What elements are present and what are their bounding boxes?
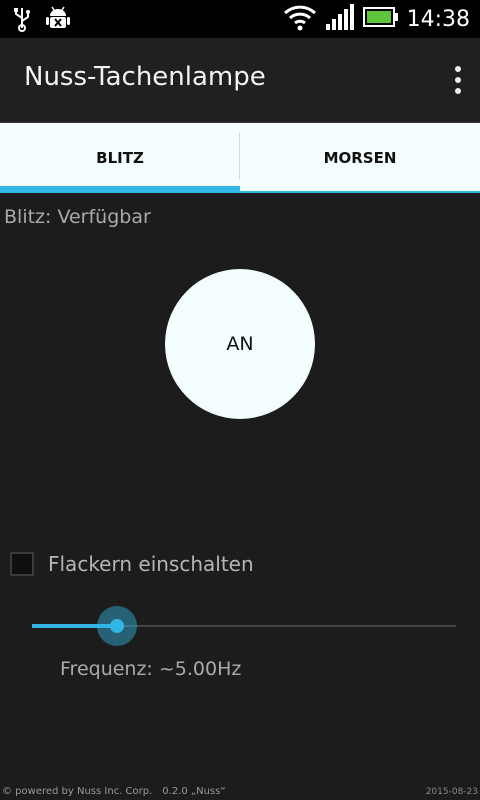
- flicker-checkbox[interactable]: [10, 552, 34, 576]
- overflow-dot-icon: [455, 66, 461, 72]
- action-bar: Nuss-Tachenlampe: [0, 38, 480, 123]
- flicker-option[interactable]: Flackern einschalten: [10, 552, 254, 576]
- frequency-label: Frequenz: ~5.00Hz: [60, 658, 242, 680]
- flicker-label: Flackern einschalten: [48, 552, 254, 576]
- overflow-dot-icon: [455, 77, 461, 83]
- battery-icon: [362, 7, 399, 31]
- version-text: 0.2.0 „Nuss“: [162, 786, 226, 797]
- frequency-slider[interactable]: [32, 603, 456, 649]
- tab-blitz[interactable]: BLITZ: [0, 123, 240, 193]
- tab-bar: BLITZ MORSEN: [0, 123, 480, 193]
- tab-indicator: [240, 191, 480, 193]
- flash-toggle-button[interactable]: AN: [165, 269, 315, 419]
- flash-status-text: Blitz: Verfügbar: [4, 206, 151, 228]
- app-title: Nuss-Tachenlampe: [24, 62, 266, 92]
- overflow-menu-button[interactable]: [446, 60, 470, 100]
- flash-toggle-label: AN: [226, 333, 254, 355]
- slider-thumb[interactable]: [110, 619, 124, 633]
- clock: 14:38: [406, 6, 470, 32]
- android-debug-icon: [46, 6, 70, 36]
- status-bar: 14:38: [0, 0, 480, 38]
- tab-label: BLITZ: [96, 149, 144, 167]
- signal-icon: [325, 4, 355, 34]
- build-date-text: 2015-08-23: [425, 787, 478, 797]
- tab-label: MORSEN: [323, 149, 397, 167]
- powered-by-text: © powered by Nuss Inc. Corp.: [2, 786, 153, 797]
- wifi-icon: [283, 3, 317, 35]
- tab-indicator-active: [0, 186, 240, 193]
- usb-icon: [12, 6, 32, 36]
- footer-left: © powered by Nuss Inc. Corp. 0.2.0 „Nuss“: [2, 786, 226, 797]
- overflow-dot-icon: [455, 88, 461, 94]
- tab-morsen[interactable]: MORSEN: [240, 123, 480, 193]
